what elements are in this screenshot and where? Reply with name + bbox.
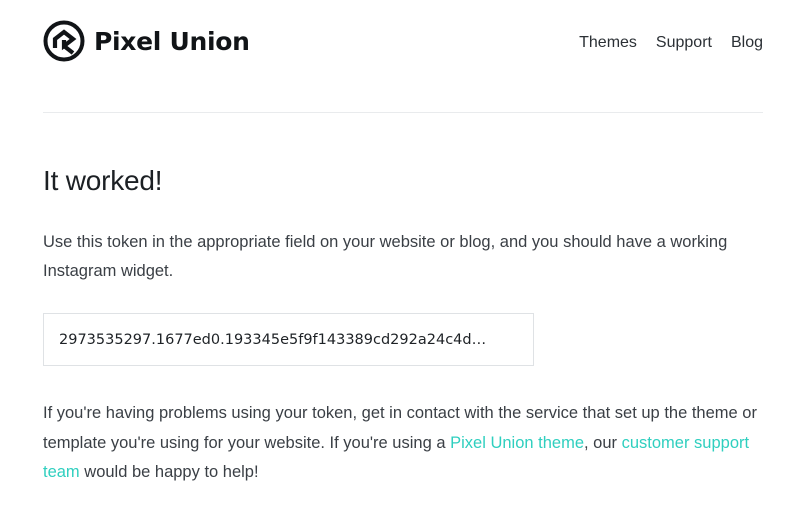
header-divider bbox=[43, 112, 763, 113]
brand-logo-link[interactable]: Pixel Union bbox=[43, 20, 250, 62]
help-text: If you're having problems using your tok… bbox=[43, 399, 768, 488]
nav-item-support[interactable]: Support bbox=[656, 34, 712, 52]
nav-item-blog[interactable]: Blog bbox=[731, 34, 763, 52]
help-text-part-2: , our bbox=[584, 433, 622, 452]
pixel-union-logo-icon bbox=[43, 20, 85, 62]
nav-item-themes[interactable]: Themes bbox=[579, 34, 637, 52]
token-field[interactable]: 2973535297.1677ed0.193345e5f9f143389cd29… bbox=[43, 313, 534, 366]
site-header: Pixel Union Themes Support Blog bbox=[43, 20, 763, 64]
help-text-part-3: would be happy to help! bbox=[79, 463, 259, 481]
pixel-union-theme-link[interactable]: Pixel Union theme bbox=[450, 434, 584, 452]
page-title: It worked! bbox=[43, 165, 163, 196]
main-nav: Themes Support Blog bbox=[579, 34, 763, 52]
brand-name: Pixel Union bbox=[94, 26, 250, 56]
intro-text: Use this token in the appropriate field … bbox=[43, 233, 728, 280]
token-value[interactable]: 2973535297.1677ed0.193345e5f9f143389cd29… bbox=[59, 332, 518, 348]
